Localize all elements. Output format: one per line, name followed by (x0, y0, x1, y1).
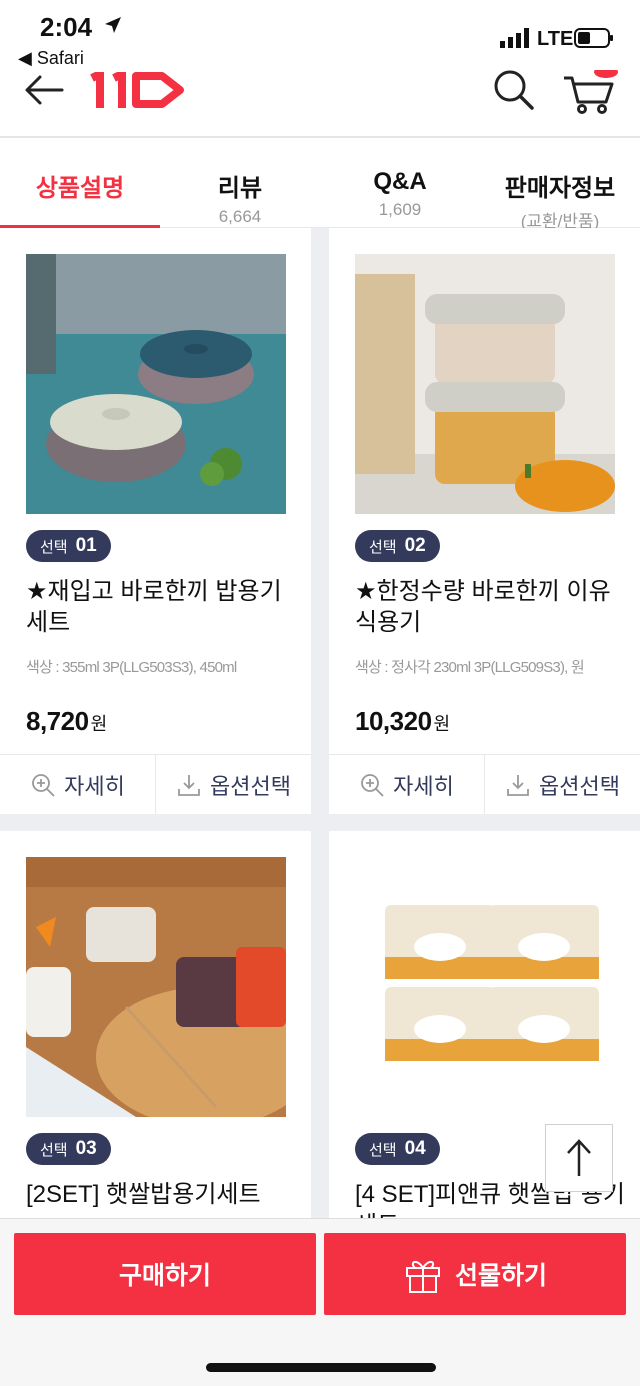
tab-label: 리뷰 (217, 175, 263, 202)
card-actions: 자세히 옵션선택 (329, 754, 640, 814)
back-to-safari[interactable]: ◀ Safari (18, 48, 84, 69)
product-option: 색상 : 355ml 3P(LLG503S3), 450ml (26, 659, 237, 676)
badge-prefix: 선택 (369, 538, 397, 556)
tab-count: 6,664 (218, 207, 262, 226)
price-value: 8,720 (26, 706, 89, 736)
product-option: 색상 : 정사각 230ml 3P(LLG509S3), 원 (355, 659, 585, 676)
badge-prefix: 선택 (40, 538, 68, 556)
detail-button[interactable]: 자세히 (0, 755, 155, 814)
currency: 원 (90, 714, 108, 734)
product-price: 8,720 원 (26, 706, 107, 737)
card-actions: 자세히 옵션선택 (0, 754, 311, 814)
tab-seller-info[interactable]: 판매자정보 (교환/반품) (480, 140, 640, 231)
tab-qna[interactable]: Q&A 1,609 (320, 140, 480, 227)
product-image[interactable] (355, 857, 615, 1117)
arrow-up-icon (567, 1139, 591, 1176)
zoom-in-icon (32, 773, 55, 797)
product-image[interactable] (26, 254, 286, 514)
back-arrow-icon[interactable] (24, 72, 64, 108)
detail-label: 자세히 (393, 773, 454, 799)
home-indicator[interactable] (206, 1363, 436, 1372)
buy-label: 구매하기 (118, 1262, 211, 1290)
signal-icon (500, 28, 529, 48)
product-title[interactable]: ★한정수량 바로한끼 이유식용기 (355, 576, 625, 638)
status-time: 2:04 (40, 12, 93, 42)
tab-description[interactable]: 상품설명 (0, 140, 160, 228)
price-value: 10,320 (355, 706, 432, 736)
cart-icon[interactable] (562, 70, 618, 114)
product-tabs: 상품설명 리뷰 6,664 Q&A 1,609 판매자정보 (교환/반품) (0, 140, 640, 231)
zoom-in-icon (361, 773, 384, 797)
option-badge: 선택 01 (26, 530, 111, 562)
product-card[interactable]: 선택 02 ★한정수량 바로한끼 이유식용기 색상 : 정사각 230ml 3P… (329, 228, 640, 814)
product-grid: 선택 01 ★재입고 바로한끼 밥용기 세트 색상 : 355ml 3P(LLG… (0, 228, 640, 1218)
search-icon[interactable] (490, 68, 536, 114)
option-badge: 선택 04 (355, 1133, 440, 1165)
badge-number: 01 (75, 535, 97, 556)
tab-label: Q&A (373, 168, 427, 195)
detail-button[interactable]: 자세히 (329, 755, 484, 814)
product-card[interactable]: 선택 01 ★재입고 바로한끼 밥용기 세트 색상 : 355ml 3P(LLG… (0, 228, 311, 814)
tab-reviews[interactable]: 리뷰 6,664 (160, 140, 320, 227)
badge-number: 04 (404, 1138, 426, 1159)
option-select-button[interactable]: 옵션선택 (155, 755, 311, 814)
buy-button[interactable]: 구매하기 (14, 1233, 316, 1315)
11st-logo[interactable] (86, 72, 186, 108)
product-image[interactable] (26, 857, 286, 1117)
option-select-button[interactable]: 옵션선택 (484, 755, 640, 814)
gift-icon (405, 1261, 440, 1293)
app-header (0, 70, 640, 138)
status-bar: 2:04 ◀ Safari LTE (0, 0, 640, 72)
product-title[interactable]: ★재입고 바로한끼 밥용기 세트 (26, 576, 296, 638)
product-image[interactable] (355, 254, 615, 514)
option-select-label: 옵션선택 (539, 773, 620, 799)
download-icon (178, 774, 200, 796)
badge-number: 02 (404, 535, 426, 556)
badge-prefix: 선택 (40, 1141, 68, 1159)
product-price: 10,320 원 (355, 706, 450, 737)
option-badge: 선택 02 (355, 530, 440, 562)
location-arrow-icon (105, 17, 121, 33)
badge-prefix: 선택 (369, 1141, 397, 1159)
tab-label: 판매자정보 (504, 175, 616, 202)
badge-number: 03 (75, 1138, 97, 1159)
gift-label: 선물하기 (454, 1262, 547, 1290)
currency: 원 (433, 714, 451, 734)
scroll-top-button[interactable] (545, 1124, 613, 1192)
gift-button[interactable]: 선물하기 (324, 1233, 626, 1315)
battery-icon (574, 28, 613, 48)
option-badge: 선택 03 (26, 1133, 111, 1165)
product-title[interactable]: [2SET] 햇쌀밥용기세트 (26, 1179, 296, 1210)
detail-label: 자세히 (64, 773, 125, 799)
tab-count: 1,609 (378, 200, 422, 219)
download-icon (507, 774, 529, 796)
bottom-action-bar: 구매하기 선물하기 (0, 1218, 640, 1386)
network-type: LTE (537, 28, 574, 50)
option-select-label: 옵션선택 (210, 773, 291, 799)
tab-label: 상품설명 (35, 175, 125, 202)
product-card[interactable]: 선택 03 [2SET] 햇쌀밥용기세트 (0, 831, 311, 1218)
